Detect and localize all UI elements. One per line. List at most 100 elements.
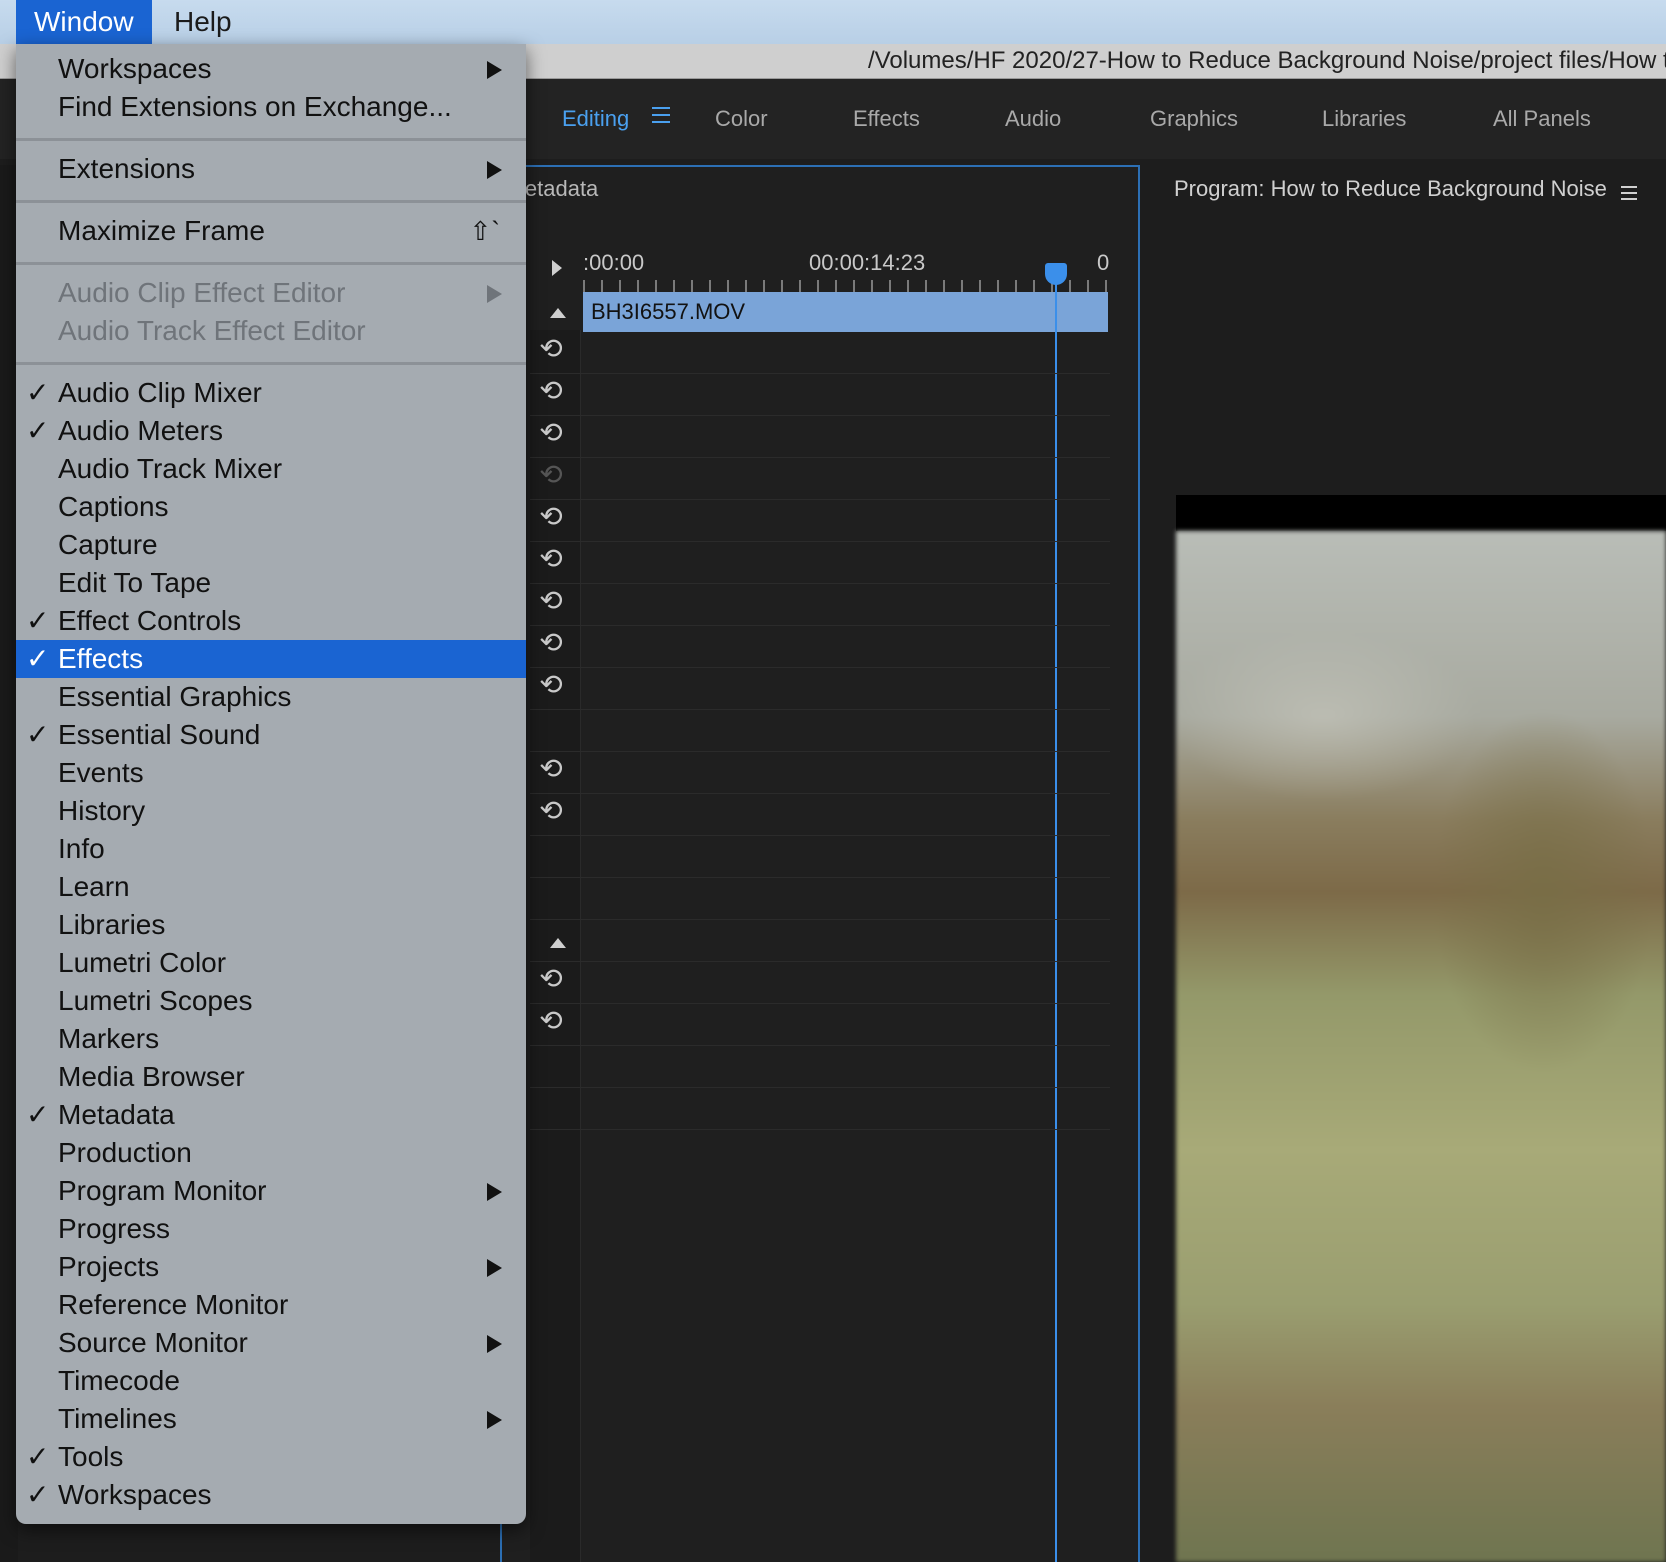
menu-item-production[interactable]: Production	[16, 1134, 526, 1172]
collapse-triangle-icon[interactable]	[550, 308, 566, 318]
menu-item-label: Info	[58, 833, 105, 864]
menu-item-essential-graphics[interactable]: Essential Graphics	[16, 678, 526, 716]
menu-separator	[16, 200, 526, 203]
menu-item-source-monitor[interactable]: Source Monitor	[16, 1324, 526, 1362]
row-divider	[530, 583, 1110, 584]
tab-graphics[interactable]: Graphics	[1150, 79, 1238, 159]
reset-icon[interactable]: ⟲	[536, 502, 566, 532]
menu-item-maximize-frame[interactable]: Maximize Frame ⇧`	[16, 212, 526, 250]
tab-audio[interactable]: Audio	[1005, 79, 1061, 159]
collapse-triangle-icon[interactable]	[550, 938, 566, 948]
tab-all-panels[interactable]: All Panels	[1493, 79, 1591, 159]
menu-item-find-extensions[interactable]: Find Extensions on Exchange...	[16, 88, 526, 126]
menu-item-timelines[interactable]: Timelines	[16, 1400, 526, 1438]
row-divider	[530, 835, 1110, 836]
clip-bar[interactable]: BH3I6557.MOV	[583, 292, 1108, 332]
menu-item-timecode[interactable]: Timecode	[16, 1362, 526, 1400]
row-divider	[530, 1129, 1110, 1130]
reset-icon[interactable]: ⟲	[536, 418, 566, 448]
menu-item-learn[interactable]: Learn	[16, 868, 526, 906]
reset-icon[interactable]: ⟲	[536, 796, 566, 826]
menu-item-essential-sound[interactable]: ✓ Essential Sound	[16, 716, 526, 754]
effect-controls-panel	[500, 165, 1140, 1562]
menu-item-markers[interactable]: Markers	[16, 1020, 526, 1058]
menu-item-events[interactable]: Events	[16, 754, 526, 792]
menu-item-progress[interactable]: Progress	[16, 1210, 526, 1248]
menu-item-label: Lumetri Scopes	[58, 985, 253, 1016]
menu-item-reference-monitor[interactable]: Reference Monitor	[16, 1286, 526, 1324]
tab-editing[interactable]: Editing	[562, 79, 629, 159]
menu-item-metadata[interactable]: ✓ Metadata	[16, 1096, 526, 1134]
reset-icon[interactable]: ⟲	[536, 1006, 566, 1036]
reset-icon[interactable]: ⟲	[536, 544, 566, 574]
menu-item-workspaces[interactable]: ✓ Workspaces	[16, 1476, 526, 1514]
tab-libraries[interactable]: Libraries	[1322, 79, 1406, 159]
reset-icon[interactable]: ⟲	[536, 754, 566, 784]
menu-item-label: Workspaces	[58, 1479, 212, 1510]
menu-item-audio-clip-mixer[interactable]: ✓ Audio Clip Mixer	[16, 374, 526, 412]
menu-item-tools[interactable]: ✓ Tools	[16, 1438, 526, 1476]
menu-item-label: History	[58, 795, 146, 826]
menu-item-effect-controls[interactable]: ✓ Effect Controls	[16, 602, 526, 640]
triangle-right-icon	[487, 1259, 502, 1277]
menu-item-extensions[interactable]: Extensions	[16, 150, 526, 188]
menu-item-label: Audio Meters	[58, 415, 223, 446]
menu-item-label: Maximize Frame	[58, 215, 265, 246]
reset-icon[interactable]: ⟲	[536, 334, 566, 364]
play-triangle-icon[interactable]	[552, 260, 562, 276]
checkmark-icon: ✓	[26, 415, 50, 446]
row-divider	[530, 499, 1110, 500]
tab-effects[interactable]: Effects	[853, 79, 920, 159]
menu-item-edit-to-tape[interactable]: Edit To Tape	[16, 564, 526, 602]
menu-item-lumetri-scopes[interactable]: Lumetri Scopes	[16, 982, 526, 1020]
menu-item-label: Lumetri Color	[58, 947, 227, 978]
reset-icon[interactable]: ⟲	[536, 628, 566, 658]
checkmark-icon: ✓	[26, 1479, 50, 1510]
reset-icon[interactable]: ⟲	[536, 670, 566, 700]
menu-item-workspaces[interactable]: Workspaces	[16, 50, 526, 88]
menu-item-history[interactable]: History	[16, 792, 526, 830]
menu-item-label: Metadata	[58, 1099, 175, 1130]
menu-item-label: Audio Track Effect Editor	[58, 315, 366, 346]
row-divider	[530, 1045, 1110, 1046]
menu-item-info[interactable]: Info	[16, 830, 526, 868]
triangle-right-icon	[487, 161, 502, 179]
time-ruler[interactable]: :00:00 00:00:14:23 0	[583, 250, 1110, 292]
menu-item-label: Capture	[58, 529, 158, 560]
row-divider	[530, 373, 1110, 374]
menu-item-label: Extensions	[58, 153, 195, 184]
menu-item-audio-meters[interactable]: ✓ Audio Meters	[16, 412, 526, 450]
checkmark-icon: ✓	[26, 643, 50, 674]
menu-item-media-browser[interactable]: Media Browser	[16, 1058, 526, 1096]
menu-item-label: Markers	[58, 1023, 160, 1054]
menu-item-lumetri-color[interactable]: Lumetri Color	[16, 944, 526, 982]
menu-item-program-monitor[interactable]: Program Monitor	[16, 1172, 526, 1210]
menu-item-label: Captions	[58, 491, 169, 522]
timecode-end: 0	[1097, 250, 1110, 275]
menubar-window[interactable]: Window	[16, 0, 152, 44]
reset-icon[interactable]: ⟲	[536, 376, 566, 406]
menu-item-effects[interactable]: ✓ Effects	[16, 640, 526, 678]
menu-item-capture[interactable]: Capture	[16, 526, 526, 564]
checkmark-icon: ✓	[26, 1099, 50, 1130]
panel-tab-metadata[interactable]: letadata	[520, 176, 598, 202]
menu-item-label: Source Monitor	[58, 1327, 248, 1358]
menu-item-captions[interactable]: Captions	[16, 488, 526, 526]
menubar-help[interactable]: Help	[156, 0, 250, 44]
row-divider	[530, 1003, 1110, 1004]
checkmark-icon: ✓	[26, 605, 50, 636]
menu-item-libraries[interactable]: Libraries	[16, 906, 526, 944]
menu-item-audio-track-mixer[interactable]: Audio Track Mixer	[16, 450, 526, 488]
checkmark-icon: ✓	[26, 377, 50, 408]
row-divider	[530, 793, 1110, 794]
menu-item-label: Workspaces	[58, 53, 212, 84]
menu-item-projects[interactable]: Projects	[16, 1248, 526, 1286]
timecode-mid: 00:00:14:23	[809, 250, 926, 275]
reset-icon[interactable]: ⟲	[536, 586, 566, 616]
triangle-right-icon	[487, 1335, 502, 1353]
reset-icon[interactable]: ⟲	[536, 964, 566, 994]
workspace-menu-icon[interactable]	[652, 107, 670, 127]
hamburger-icon[interactable]	[1621, 186, 1637, 202]
triangle-right-icon	[487, 61, 502, 79]
tab-color[interactable]: Color	[715, 79, 768, 159]
